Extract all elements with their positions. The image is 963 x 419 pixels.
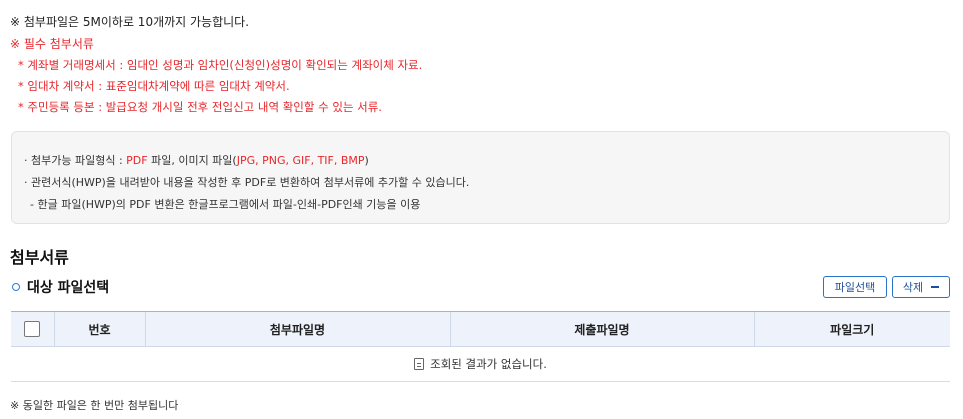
required-doc-item: * 임대차 계약서 : 표준임대차계약에 따른 임대차 계약서. (18, 79, 290, 93)
allowed-formats-line: · 첨부가능 파일형식 : PDF 파일, 이미지 파일(JPG, PNG, G… (24, 154, 369, 167)
required-doc-item: * 계좌별 거래명세서 : 임대인 성명과 임차인(신청인)성명이 확인되는 계… (18, 58, 423, 72)
column-header-file-size: 파일크기 (753, 311, 950, 347)
empty-result-cell: 조회된 결과가 없습니다. (11, 346, 950, 382)
file-select-button[interactable]: 파일선택 (823, 276, 887, 298)
duplicate-file-note: ※ 동일한 파일은 한 번만 첨부됩니다 (10, 399, 179, 412)
hwp-pdf-howto-line: - 한글 파일(HWP)의 PDF 변환은 한글프로그램에서 파일-인쇄-PDF… (30, 198, 421, 211)
select-all-checkbox[interactable] (24, 321, 41, 337)
column-header-submission-name: 제출파일명 (449, 311, 754, 347)
attachment-table: 번호 첨부파일명 제출파일명 파일크기 조회된 결과가 없습니다. (11, 311, 950, 382)
minus-icon (931, 286, 940, 288)
attachment-limit-notice: ※ 첨부파일은 5M이하로 10개까지 가능합니다. (10, 15, 250, 29)
document-icon (414, 358, 425, 370)
column-header-number: 번호 (53, 311, 145, 347)
column-header-attachment-name: 첨부파일명 (144, 311, 450, 347)
hwp-convert-line: · 관련서식(HWP)을 내려받아 내용을 작성한 후 PDF로 변환하여 첨부… (24, 176, 470, 189)
file-select-subtitle: 대상 파일선택 (12, 277, 109, 297)
required-doc-item: * 주민등록 등본 : 발급요청 개시일 전후 전입신고 내역 확인할 수 있는… (18, 100, 382, 114)
select-all-cell (11, 311, 54, 347)
empty-result-row: 조회된 결과가 없습니다. (11, 346, 950, 382)
section-title: 첨부서류 (10, 248, 69, 267)
file-format-info-box: · 첨부가능 파일형식 : PDF 파일, 이미지 파일(JPG, PNG, G… (11, 131, 950, 224)
ring-bullet-icon (12, 283, 20, 291)
required-docs-title: ※ 필수 첨부서류 (10, 37, 94, 51)
delete-button[interactable]: 삭제 (892, 276, 950, 298)
